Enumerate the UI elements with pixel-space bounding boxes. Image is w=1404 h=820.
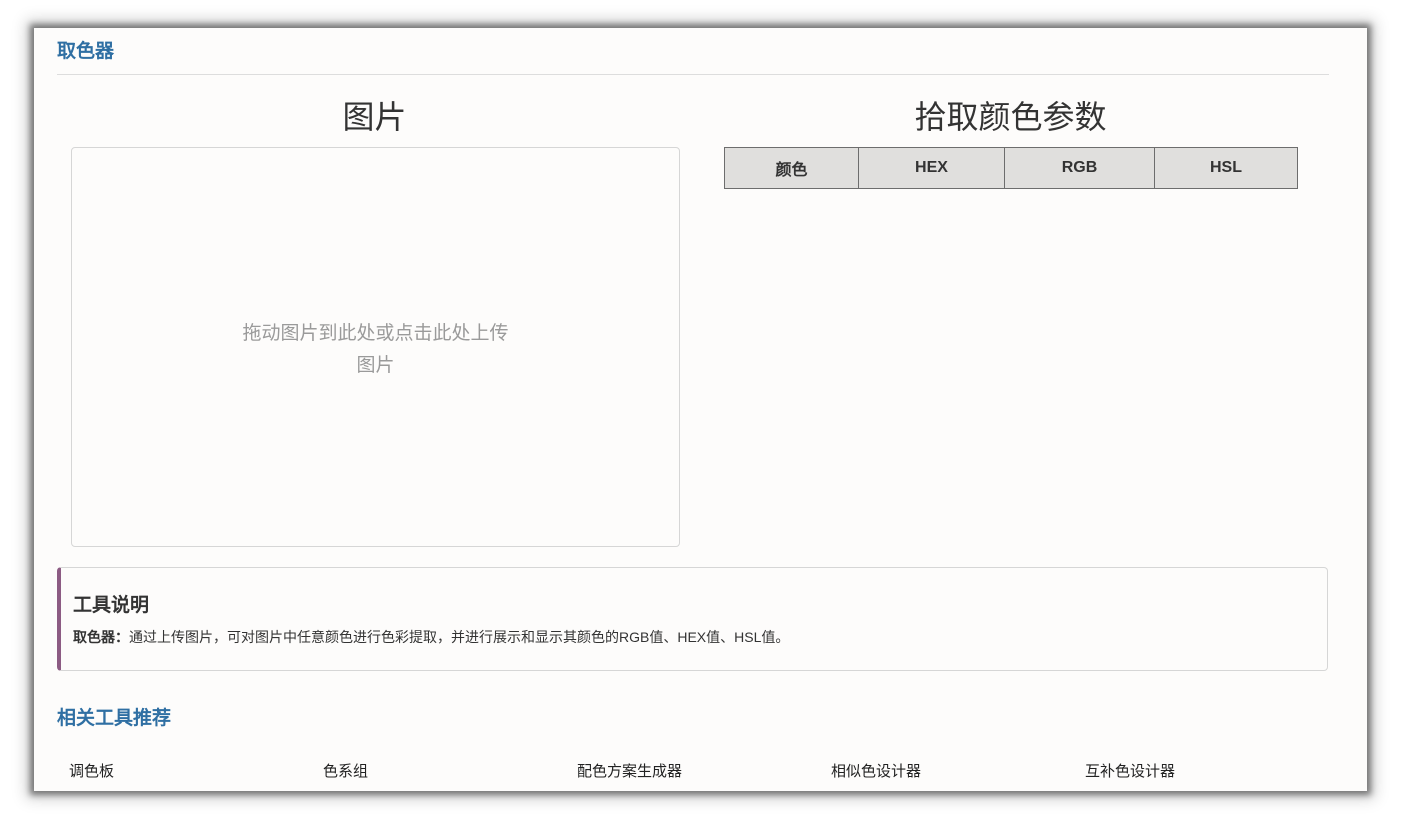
upload-hint-line1: 拖动图片到此处或点击此处上传 (242, 323, 509, 344)
column-header-color: 颜色 (724, 147, 859, 189)
description-title: 工具说明 (73, 595, 150, 616)
table-header-row: 颜色 HEX RGB HSL (724, 147, 1298, 189)
tool-description-panel: 工具说明 取色器：通过上传图片，可对图片中任意颜色进行色彩提取，并进行展示和显示… (57, 567, 1328, 671)
color-params-table: 颜色 HEX RGB HSL (724, 147, 1298, 189)
main-panel: 取色器 图片 拾取颜色参数 拖动图片到此处或点击此处上传 图片 颜色 HEX R… (34, 28, 1367, 791)
upload-hint: 拖动图片到此处或点击此处上传 图片 (222, 318, 529, 382)
related-link-analogous-designer[interactable]: 相似色设计器 (831, 760, 921, 781)
upload-hint-line2: 图片 (356, 355, 395, 376)
column-header-hex: HEX (858, 147, 1005, 189)
related-tools-title: 相关工具推荐 (57, 708, 172, 729)
description-label: 取色器： (73, 629, 129, 645)
image-upload-dropzone[interactable]: 拖动图片到此处或点击此处上传 图片 (71, 147, 680, 547)
related-link-scheme-generator[interactable]: 配色方案生成器 (577, 760, 682, 781)
related-link-color-family[interactable]: 色系组 (323, 760, 368, 781)
related-link-complementary-designer[interactable]: 互补色设计器 (1085, 760, 1175, 781)
page-title: 取色器 (57, 41, 115, 62)
description-body: 取色器：通过上传图片，可对图片中任意颜色进行色彩提取，并进行展示和显示其颜色的R… (73, 627, 789, 647)
title-divider (57, 74, 1329, 75)
image-section-heading: 图片 (342, 99, 407, 135)
column-header-rgb: RGB (1004, 147, 1155, 189)
column-header-hsl: HSL (1154, 147, 1298, 189)
related-link-palette[interactable]: 调色板 (69, 760, 114, 781)
params-section-heading: 拾取颜色参数 (914, 99, 1107, 135)
description-text: 通过上传图片，可对图片中任意颜色进行色彩提取，并进行展示和显示其颜色的RGB值、… (129, 629, 790, 645)
